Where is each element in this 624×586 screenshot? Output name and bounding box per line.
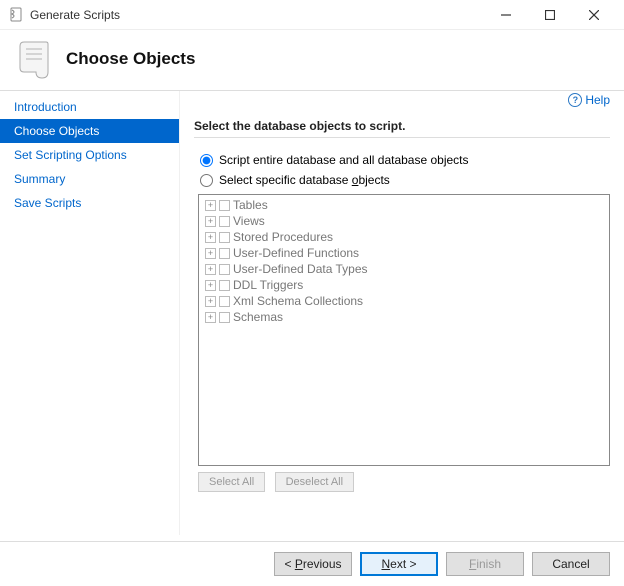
previous-button[interactable]: < Previous <box>274 552 352 576</box>
checkbox[interactable] <box>219 200 230 211</box>
wizard-sidebar: Introduction Choose Objects Set Scriptin… <box>0 91 180 535</box>
radio-select-specific-label: Select specific database objects <box>219 173 390 187</box>
checkbox[interactable] <box>219 280 230 291</box>
expand-icon[interactable]: + <box>205 232 216 243</box>
sidebar-item-save-scripts[interactable]: Save Scripts <box>0 191 179 215</box>
help-icon: ? <box>568 93 582 107</box>
finish-button: Finish <box>446 552 524 576</box>
checkbox[interactable] <box>219 296 230 307</box>
sidebar-item-summary[interactable]: Summary <box>0 167 179 191</box>
page-heading: Choose Objects <box>66 49 195 69</box>
tree-item-label: User-Defined Functions <box>233 246 359 260</box>
next-button[interactable]: Next > <box>360 552 438 576</box>
tree-item-user-defined-functions[interactable]: + User-Defined Functions <box>201 245 607 261</box>
instruction-text: Select the database objects to script. <box>194 119 610 133</box>
expand-icon[interactable]: + <box>205 264 216 275</box>
tree-item-views[interactable]: + Views <box>201 213 607 229</box>
checkbox[interactable] <box>219 232 230 243</box>
tree-item-label: DDL Triggers <box>233 278 303 292</box>
close-button[interactable] <box>572 1 616 29</box>
select-all-button: Select All <box>198 472 265 492</box>
divider <box>194 137 610 138</box>
content: Introduction Choose Objects Set Scriptin… <box>0 91 624 535</box>
checkbox[interactable] <box>219 216 230 227</box>
expand-icon[interactable]: + <box>205 280 216 291</box>
radio-select-specific-input[interactable] <box>200 174 213 187</box>
tree-item-schemas[interactable]: + Schemas <box>201 309 607 325</box>
expand-icon[interactable]: + <box>205 216 216 227</box>
minimize-button[interactable] <box>484 1 528 29</box>
radio-script-entire[interactable]: Script entire database and all database … <box>194 150 610 170</box>
tree-item-label: User-Defined Data Types <box>233 262 368 276</box>
expand-icon[interactable]: + <box>205 248 216 259</box>
radio-script-entire-input[interactable] <box>200 154 213 167</box>
checkbox[interactable] <box>219 248 230 259</box>
tree-item-label: Stored Procedures <box>233 230 333 244</box>
tree-item-user-defined-data-types[interactable]: + User-Defined Data Types <box>201 261 607 277</box>
tree-item-label: Tables <box>233 198 268 212</box>
app-icon <box>8 7 24 23</box>
radio-select-specific[interactable]: Select specific database objects <box>194 170 610 190</box>
tree-item-label: Views <box>233 214 265 228</box>
sidebar-item-choose-objects[interactable]: Choose Objects <box>0 119 179 143</box>
window-title: Generate Scripts <box>30 8 120 22</box>
expand-icon[interactable]: + <box>205 312 216 323</box>
tree-item-tables[interactable]: + Tables <box>201 197 607 213</box>
object-tree[interactable]: + Tables + Views + Stored Procedures + U… <box>198 194 610 466</box>
wizard-footer: < Previous Next > Finish Cancel <box>0 541 624 586</box>
tree-item-ddl-triggers[interactable]: + DDL Triggers <box>201 277 607 293</box>
deselect-all-button: Deselect All <box>275 472 354 492</box>
help-label: Help <box>585 93 610 107</box>
wizard-header: Choose Objects <box>0 30 624 91</box>
radio-script-entire-label: Script entire database and all database … <box>219 153 469 167</box>
tree-item-label: Xml Schema Collections <box>233 294 363 308</box>
titlebar: Generate Scripts <box>0 0 624 30</box>
help-link[interactable]: ? Help <box>568 93 610 107</box>
checkbox[interactable] <box>219 312 230 323</box>
sidebar-item-set-scripting-options[interactable]: Set Scripting Options <box>0 143 179 167</box>
tree-item-stored-procedures[interactable]: + Stored Procedures <box>201 229 607 245</box>
tree-item-xml-schema-collections[interactable]: + Xml Schema Collections <box>201 293 607 309</box>
script-icon <box>14 38 56 80</box>
maximize-button[interactable] <box>528 1 572 29</box>
checkbox[interactable] <box>219 264 230 275</box>
sidebar-item-introduction[interactable]: Introduction <box>0 95 179 119</box>
expand-icon[interactable]: + <box>205 200 216 211</box>
expand-icon[interactable]: + <box>205 296 216 307</box>
wizard-main: ? Help Select the database objects to sc… <box>180 91 624 535</box>
cancel-button[interactable]: Cancel <box>532 552 610 576</box>
tree-item-label: Schemas <box>233 310 283 324</box>
